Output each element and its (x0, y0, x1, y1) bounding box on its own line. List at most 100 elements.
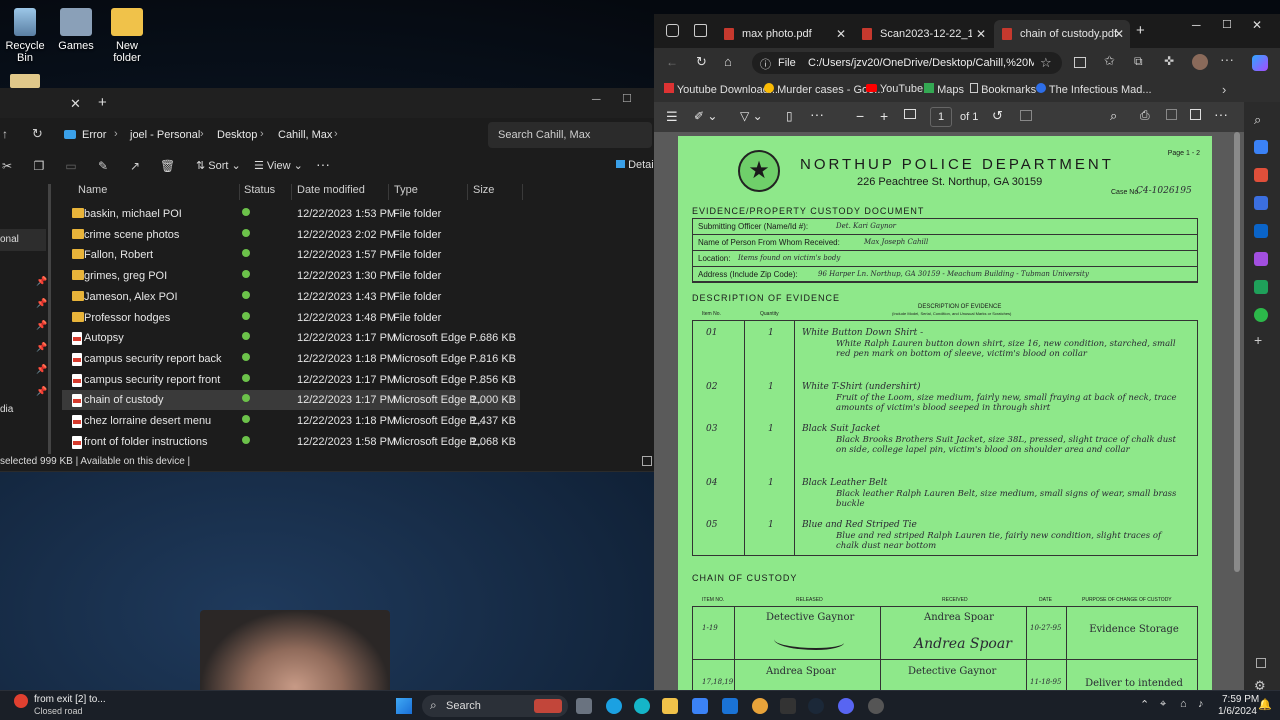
more-options-icon[interactable]: ··· (1214, 106, 1228, 122)
file-row[interactable]: grimes, greg POI 12/22/2023 1:30 PM File f… (62, 266, 520, 286)
location-icon[interactable]: ⌖ (1160, 698, 1166, 711)
extensions-icon[interactable]: ✜ (1164, 54, 1174, 68)
file-row[interactable]: chez lorraine desert menu 12/22/2023 1:18… (62, 411, 520, 431)
more-options-icon[interactable]: ··· (1220, 51, 1234, 67)
print-icon[interactable]: ⎙ (1140, 108, 1150, 123)
add-icon[interactable]: + (1254, 332, 1262, 348)
desktop-icon-folder[interactable] (10, 74, 40, 88)
maximize-icon[interactable]: ☐ (622, 92, 632, 105)
view-button[interactable]: ☰ View ⌄ (254, 159, 303, 172)
tools-icon[interactable] (1254, 140, 1268, 154)
fit-page-icon[interactable] (904, 109, 916, 119)
games-icon[interactable] (1254, 196, 1268, 210)
new-tab-icon[interactable]: + (98, 94, 107, 111)
column-header-type[interactable]: Type (388, 184, 468, 200)
tree-icon[interactable] (1254, 308, 1268, 322)
edge-icon[interactable] (606, 698, 622, 714)
more-options-icon[interactable]: ··· (810, 106, 824, 122)
close-tab-icon[interactable]: ✕ (976, 27, 986, 41)
mail-icon[interactable] (722, 698, 738, 714)
page-view-icon[interactable] (1020, 110, 1032, 121)
file-row[interactable]: campus security report front 12/22/2023 1… (62, 370, 520, 390)
close-tab-icon[interactable]: ✕ (70, 96, 81, 112)
file-row[interactable]: Professor hodges 12/22/2023 1:48 PM File f… (62, 308, 520, 328)
file-row[interactable]: Jameson, Alex POI 12/22/2023 1:43 PM File … (62, 287, 520, 307)
paste-icon[interactable]: ▭ (64, 159, 78, 173)
chevron-right-icon[interactable]: › (1222, 82, 1226, 97)
pdf-viewer[interactable]: Page 1 - 2 ★ NORTHUP POLICE DEPARTMENT 2… (654, 132, 1244, 696)
outlook-icon[interactable] (1254, 224, 1268, 238)
designer-icon[interactable] (1254, 252, 1268, 266)
edge-alt-icon[interactable] (634, 698, 650, 714)
favorites-icon[interactable]: ✩ (1104, 53, 1115, 69)
refresh-icon[interactable]: ↻ (696, 54, 707, 70)
discord-icon[interactable] (838, 698, 854, 714)
clock-time[interactable]: 7:59 PM (1222, 694, 1259, 705)
file-row[interactable]: Fallon, Robert 12/22/2023 1:57 PM File fol… (62, 245, 520, 265)
drop-icon[interactable] (1254, 280, 1268, 294)
tab-scan[interactable]: Scan2023-12-22_140003.p ✕ (854, 20, 992, 48)
rename-icon[interactable]: ✎ (96, 159, 110, 173)
up-arrow-icon[interactable]: ↑ (2, 127, 8, 141)
close-tab-icon[interactable]: ✕ (836, 27, 846, 41)
steam-icon[interactable] (808, 698, 824, 714)
column-header-name[interactable]: Name (72, 184, 240, 200)
home-icon[interactable]: ⌂ (724, 54, 732, 69)
address-bar[interactable]: ⓘ File C:/Users/jzv20/OneDrive/Desktop/C… (752, 52, 1062, 74)
refresh-icon[interactable]: ↻ (32, 126, 43, 142)
rotate-icon[interactable]: ↺ (992, 108, 1003, 124)
file-row[interactable]: chain of custody 12/22/2023 1:17 PM Micros… (62, 390, 520, 411)
contents-icon[interactable]: ☰ (666, 109, 678, 125)
back-icon[interactable]: ← (666, 55, 678, 69)
share-icon[interactable]: ↗ (128, 159, 142, 173)
file-row[interactable]: baskin, michael POI 12/22/2023 1:53 PM Fil… (62, 204, 520, 224)
bookmark-youtube-download[interactable]: Youtube Download... (664, 83, 778, 96)
file-row[interactable]: front of folder instructions 12/22/2023 1… (62, 432, 520, 452)
column-header-size[interactable]: Size (467, 184, 523, 200)
details-view-icon[interactable] (642, 456, 652, 466)
collections-icon[interactable]: ⧉ (1134, 54, 1143, 69)
split-screen-icon[interactable] (1074, 57, 1086, 68)
tab-actions-icon[interactable] (694, 24, 707, 37)
clock-date[interactable]: 1/6/2024 (1218, 706, 1257, 717)
save-as-icon[interactable] (1190, 109, 1201, 120)
epic-games-icon[interactable] (780, 698, 796, 714)
bookmark-maps[interactable]: Maps (924, 83, 964, 96)
file-explorer-icon[interactable] (662, 698, 678, 714)
search-icon[interactable]: ⌕ (1254, 112, 1261, 128)
network-icon[interactable]: ⌂ (1180, 698, 1187, 710)
favorite-star-icon[interactable]: ☆ (1040, 55, 1052, 71)
breadcrumb-desktop[interactable]: Desktop (217, 129, 257, 141)
read-aloud-icon[interactable]: ▯ (786, 109, 793, 123)
column-header-status[interactable]: Status (238, 184, 292, 200)
nav-pane-scrollbar[interactable] (48, 184, 51, 454)
sort-button[interactable]: ⇅ Sort ⌄ (196, 159, 241, 172)
column-header-date[interactable]: Date modified (291, 184, 389, 200)
taskbar-search[interactable]: ⌕ Search (422, 695, 568, 717)
sidebar-layout-icon[interactable] (1256, 658, 1266, 668)
desktop-icon-new-folder[interactable]: New folder (102, 8, 152, 64)
highlight-icon[interactable]: ▽ ⌄ (740, 109, 763, 123)
file-row[interactable]: campus security report back 12/22/2023 1:… (62, 349, 520, 369)
delete-icon[interactable]: 🗑 (160, 159, 175, 173)
desktop-icon-recycle-bin[interactable]: Recycle Bin (0, 8, 50, 64)
notifications-icon[interactable]: 🔔 (1258, 698, 1272, 711)
notification-title[interactable]: from exit [2] to... (34, 694, 106, 705)
minimize-icon[interactable]: ─ (1192, 18, 1201, 32)
close-tab-icon[interactable]: ✕ (1114, 27, 1124, 41)
chrome-icon[interactable] (752, 698, 768, 714)
tray-chevron-icon[interactable]: ⌃ (1140, 698, 1149, 711)
tab-chain-of-custody[interactable]: chain of custody.pdf ✕ (994, 20, 1130, 48)
obs-icon[interactable] (868, 698, 884, 714)
breadcrumb-cahill[interactable]: Cahill, Max (278, 129, 332, 141)
store-icon[interactable] (692, 698, 708, 714)
more-options-icon[interactable]: ··· (316, 156, 330, 172)
workspaces-icon[interactable] (666, 24, 679, 37)
bookmark-bookmarks[interactable]: Bookmarks (970, 83, 1036, 96)
avatar[interactable] (1192, 54, 1208, 70)
file-row[interactable]: crime scene photos 12/22/2023 2:02 PM File… (62, 225, 520, 245)
save-icon[interactable] (1166, 109, 1177, 120)
explorer-search-input[interactable]: Search Cahill, Max (488, 122, 652, 148)
maximize-icon[interactable]: ☐ (1222, 18, 1232, 31)
zoom-out-icon[interactable]: − (856, 108, 864, 124)
